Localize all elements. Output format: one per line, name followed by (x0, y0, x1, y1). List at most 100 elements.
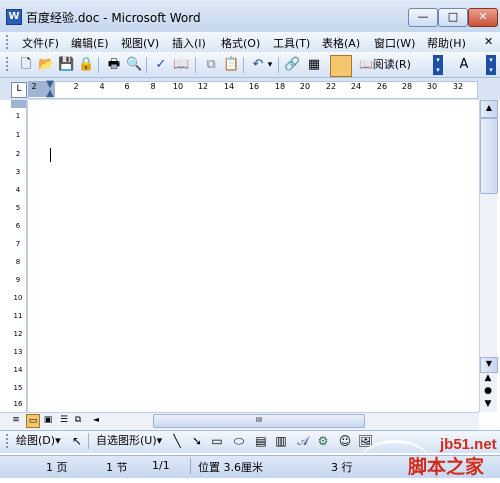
scroll-down-button[interactable]: ▼ (480, 357, 498, 373)
close-button[interactable]: ✕ (468, 8, 498, 27)
toolbar-options-chevron-icon-2[interactable]: ▾ ▾ (486, 55, 496, 75)
ruler-number: 22 (325, 82, 337, 91)
hyperlink-icon[interactable]: 🔗 (284, 57, 300, 73)
tab-selector[interactable]: L (11, 82, 27, 98)
autoshapes-menu-button[interactable]: 自选图形(U)▾ (96, 433, 162, 449)
previous-page-button[interactable]: ▲ (480, 372, 496, 384)
clip-art-icon[interactable]: ☺ (338, 433, 352, 449)
vertical-text-box-icon[interactable]: ▥ (274, 433, 288, 449)
print-layout-view-button[interactable]: ▣ (42, 414, 54, 426)
ruler-number: 24 (350, 82, 362, 91)
ruler-number: 8 (150, 82, 156, 91)
next-page-button[interactable]: ▼ (480, 398, 496, 410)
ruler-number: 1 (15, 131, 21, 139)
maximize-button[interactable]: □ (438, 8, 468, 27)
view-toggle-icon[interactable] (330, 55, 352, 77)
undo-icon[interactable]: ↶ (250, 57, 266, 73)
permission-icon[interactable]: 🔒 (78, 57, 94, 73)
menu-view[interactable]: 视图(V) (121, 35, 159, 51)
vertical-scroll-thumb[interactable] (480, 118, 498, 194)
ruler-number: 12 (197, 82, 209, 91)
select-browse-object-button[interactable]: ● (480, 385, 496, 397)
word-app-icon[interactable]: W (6, 9, 22, 25)
outline-view-button[interactable]: ☰ (58, 414, 70, 426)
ruler-number: 8 (15, 258, 21, 266)
close-document-button[interactable]: ✕ (484, 35, 493, 48)
reading-view-button[interactable]: ⧉ (72, 414, 84, 426)
text-box-icon[interactable]: ▤ (254, 433, 268, 449)
research-icon[interactable]: 📖 (173, 57, 189, 73)
menu-tools[interactable]: 工具(T) (273, 35, 310, 51)
ruler-number: 12 (13, 330, 23, 338)
wordart-icon[interactable]: 𝒜 (296, 433, 310, 449)
rectangle-tool-icon[interactable]: ▭ (210, 433, 224, 449)
ruler-number: 5 (15, 204, 21, 212)
menu-window[interactable]: 窗口(W) (374, 35, 415, 51)
minimize-button[interactable]: — (408, 8, 438, 27)
toolbar-separator (278, 57, 279, 73)
menu-grip-icon[interactable] (6, 35, 11, 49)
ruler-top-margin (11, 100, 26, 108)
watermark-text: 脚本之家 (408, 457, 485, 478)
ruler-number: 2 (31, 82, 37, 91)
web-layout-view-button[interactable]: ▭ (26, 414, 40, 428)
chevron-down-icon: ▾ (55, 434, 61, 447)
menu-format[interactable]: 格式(O) (221, 35, 260, 51)
ruler-number: 11 (13, 312, 23, 320)
document-body[interactable] (27, 100, 480, 412)
ruler-number: 10 (172, 82, 184, 91)
status-section: 1 节 (106, 461, 128, 474)
ruler-number: 16 (13, 400, 23, 408)
print-icon[interactable]: 🖶 (106, 57, 122, 73)
ruler-number: 3 (15, 168, 21, 176)
autoshapes-label: 自选图形(U) (96, 434, 157, 447)
table-icon[interactable]: ▦ (306, 57, 322, 73)
scroll-left-button[interactable]: ◄ (90, 414, 102, 426)
toolbar-options-chevron-icon[interactable]: ▾ ▾ (433, 55, 443, 75)
read-mode-button[interactable]: 📖阅读(R) (359, 57, 415, 74)
ruler-number: 2 (15, 150, 21, 158)
indent-marker-icon[interactable]: ▼ ▲ (44, 80, 56, 99)
diagram-icon[interactable]: ⚙ (316, 433, 330, 449)
ruler-number: 6 (15, 222, 21, 230)
ruler-number: 4 (99, 82, 105, 91)
toolbar-separator (243, 57, 244, 73)
menu-edit[interactable]: 编辑(E) (71, 35, 109, 51)
arrow-tool-icon[interactable]: ➘ (190, 433, 204, 449)
menu-file[interactable]: 文件(F) (22, 35, 59, 51)
select-objects-icon[interactable]: ↖ (70, 433, 84, 449)
draw-menu-button[interactable]: 绘图(D)▾ (16, 433, 61, 449)
menu-insert[interactable]: 插入(I) (172, 35, 206, 51)
scroll-up-button[interactable]: ▲ (480, 100, 498, 118)
status-line: 3 行 (331, 461, 353, 474)
status-page: 1 页 (46, 461, 68, 474)
paste-icon[interactable]: 📋 (223, 57, 239, 73)
spelling-icon[interactable]: ✓ (153, 57, 169, 73)
ruler-number: 20 (299, 82, 311, 91)
oval-tool-icon[interactable]: ⬭ (232, 433, 246, 449)
open-folder-icon[interactable]: 📂 (38, 57, 54, 73)
horizontal-scroll-thumb[interactable]: III (153, 414, 365, 428)
ruler-number: 30 (426, 82, 438, 91)
print-preview-icon[interactable]: 🔍 (126, 57, 142, 73)
ruler-number: 2 (73, 82, 79, 91)
undo-dropdown-icon[interactable]: ▾ (266, 57, 274, 73)
chevron-down-icon: ▾ (156, 434, 163, 447)
ruler-number: 14 (223, 82, 235, 91)
line-tool-icon[interactable]: ╲ (170, 433, 184, 449)
draw-menu-label: 绘图(D) (16, 434, 56, 447)
ruler-number: 16 (248, 82, 260, 91)
copy-icon[interactable]: ⧉ (203, 57, 219, 73)
drawing-toolbar-grip-icon[interactable] (6, 434, 11, 448)
save-icon[interactable]: 💾 (58, 57, 74, 73)
ruler-number: 1 (15, 112, 21, 120)
ruler-number: 9 (15, 276, 21, 284)
menu-help[interactable]: 帮助(H) (427, 35, 466, 51)
toolbar-separator (88, 433, 89, 449)
menu-table[interactable]: 表格(A) (322, 35, 360, 51)
new-doc-icon[interactable]: 🗋 (18, 57, 34, 73)
normal-view-button[interactable]: ≡ (10, 414, 22, 426)
toolbar-grip-icon[interactable] (6, 57, 11, 71)
read-label: 阅读(R) (372, 58, 411, 71)
font-size-icon[interactable]: A (452, 57, 476, 73)
